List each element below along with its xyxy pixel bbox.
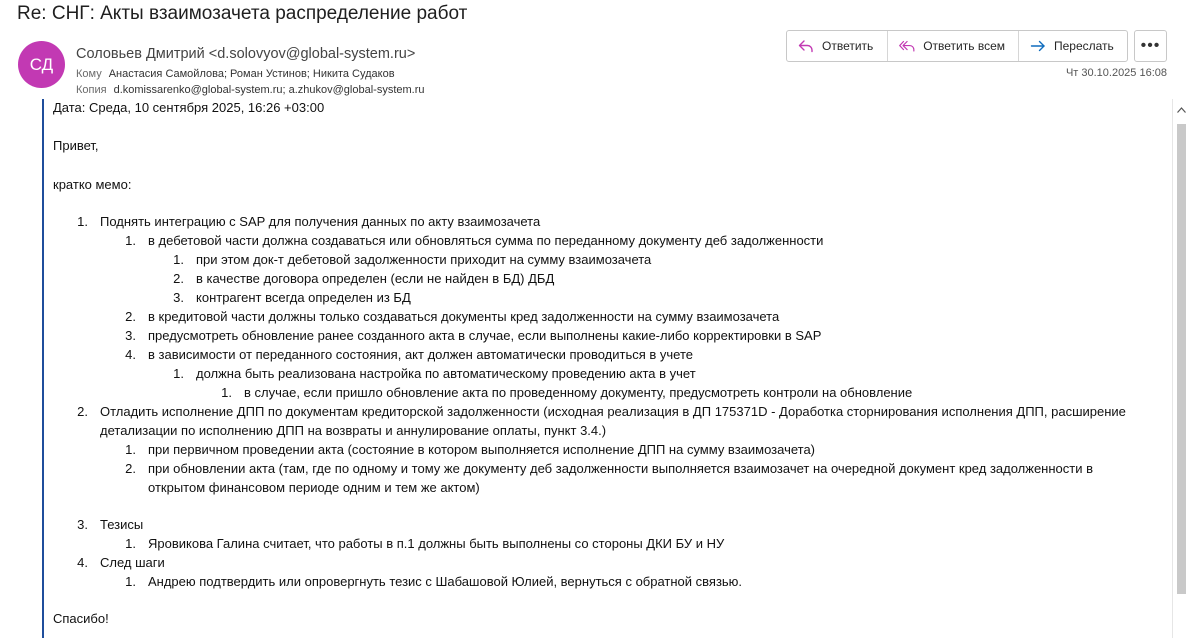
reply-all-label: Ответить всем xyxy=(923,39,1005,53)
greeting: Привет, xyxy=(53,138,99,153)
to-line: Кому Анастасия Самойлова; Роман Устинов; … xyxy=(76,68,395,80)
cc-label: Копия xyxy=(76,84,107,96)
to-recipients[interactable]: Анастасия Самойлова; Роман Устинов; Ники… xyxy=(109,68,395,80)
cc-line: Копия d.komissarenko@global-system.ru; a.… xyxy=(76,84,425,96)
sender-name[interactable]: Соловьев Дмитрий <d.solovyov@global-syst… xyxy=(76,46,415,62)
reply-all-button[interactable]: Ответить всем xyxy=(888,31,1019,61)
scrollbar-thumb[interactable] xyxy=(1177,124,1186,594)
message-body: Дата: Среда, 10 сентября 2025, 16:26 +03… xyxy=(0,99,1171,638)
cc-recipients[interactable]: d.komissarenko@global-system.ru; a.zhuko… xyxy=(114,84,425,96)
quote-bar xyxy=(42,99,44,638)
vertical-scrollbar[interactable] xyxy=(1172,99,1189,638)
forward-button[interactable]: Переслать xyxy=(1019,31,1127,61)
forward-icon xyxy=(1030,40,1045,52)
reply-button[interactable]: Ответить xyxy=(787,31,888,61)
closing: Спасибо! xyxy=(53,611,109,626)
scroll-up-icon[interactable] xyxy=(1173,103,1190,117)
forward-label: Переслать xyxy=(1054,39,1114,53)
received-date: Чт 30.10.2025 16:08 xyxy=(1065,67,1167,79)
more-actions-button[interactable]: ••• xyxy=(1134,30,1167,62)
email-subject: Re: СНГ: Акты взаимозачета распределение… xyxy=(17,3,468,24)
to-label: Кому xyxy=(76,68,102,80)
intro: кратко мемо: xyxy=(53,177,132,192)
reply-icon xyxy=(798,40,813,53)
quoted-date-line: Дата: Среда, 10 сентября 2025, 16:26 +03… xyxy=(53,100,325,115)
reply-label: Ответить xyxy=(822,39,874,53)
avatar[interactable]: СД xyxy=(18,41,65,88)
reply-all-icon xyxy=(899,40,915,52)
reply-actions: Ответить Ответить всем Переслать xyxy=(786,30,1128,62)
